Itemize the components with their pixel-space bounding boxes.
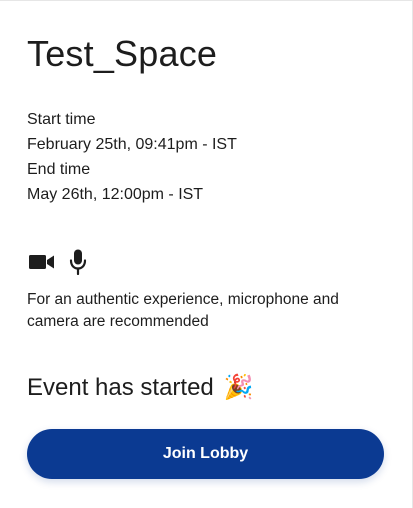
microphone-icon [69, 249, 87, 275]
event-status: Event has started 🎉 [27, 372, 254, 404]
join-lobby-button[interactable]: Join Lobby [27, 429, 384, 479]
event-title: Test_Space [27, 33, 218, 74]
device-recommendation: For an authentic experience, microphone … [27, 291, 339, 330]
event-times: Start time February 25th, 09:41pm - IST … [27, 107, 237, 207]
event-card: Test_Space Start time February 25th, 09:… [0, 0, 413, 508]
end-time-value: May 26th, 12:00pm - IST [27, 186, 204, 203]
start-time-label: Start time [27, 111, 96, 128]
start-time-value: February 25th, 09:41pm - IST [27, 136, 237, 153]
event-status-text: Event has started [27, 374, 214, 401]
device-icons [29, 249, 87, 275]
camera-icon [29, 252, 55, 272]
party-popper-icon: 🎉 [223, 374, 254, 401]
end-time-label: End time [27, 161, 91, 178]
